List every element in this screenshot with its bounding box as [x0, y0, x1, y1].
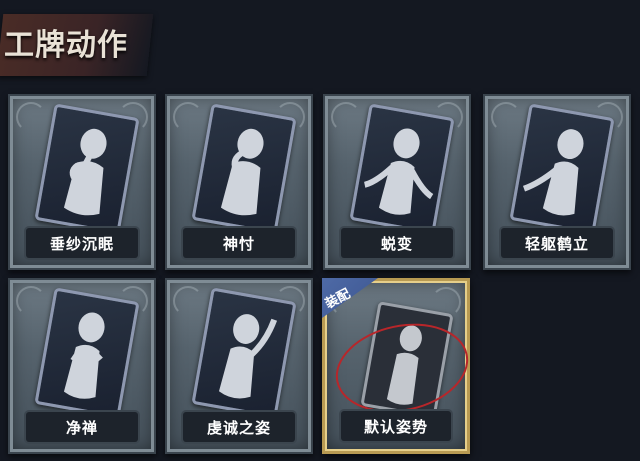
- card-art: [34, 103, 140, 235]
- card-art: [349, 103, 455, 235]
- silhouette-icon: [63, 312, 105, 399]
- card-art: [360, 301, 454, 419]
- card-label-bar: 神忖: [183, 228, 295, 258]
- card-art: [191, 103, 297, 235]
- silhouette-icon: [220, 128, 264, 216]
- pose-card[interactable]: 轻躯鹤立: [483, 94, 631, 270]
- card-label-bar: 轻躯鹤立: [501, 228, 613, 258]
- card-label: 垂纱沉眠: [49, 234, 114, 253]
- pose-card[interactable]: 净禅: [8, 278, 156, 454]
- card-label: 蜕变: [380, 234, 413, 253]
- silhouette-icon: [522, 129, 584, 216]
- silhouette-icon: [218, 314, 278, 399]
- pose-card[interactable]: 蜕变: [323, 94, 471, 270]
- card-label: 轻躯鹤立: [524, 234, 589, 253]
- pose-card[interactable]: 虔诚之姿: [165, 278, 313, 454]
- pose-card-equipped[interactable]: 装配 默认姿势: [322, 278, 477, 454]
- silhouette-icon: [63, 128, 107, 216]
- silhouette-icon: [386, 325, 422, 405]
- card-label-bar: 默认姿势: [341, 411, 451, 441]
- card-art: [509, 103, 615, 235]
- pose-card[interactable]: 垂纱沉眠: [8, 94, 156, 270]
- silhouette-icon: [363, 128, 434, 215]
- card-art: [34, 287, 140, 419]
- card-label-bar: 垂纱沉眠: [26, 228, 138, 258]
- card-label-bar: 蜕变: [341, 228, 453, 258]
- card-label-bar: 虔诚之姿: [183, 412, 295, 442]
- card-label: 默认姿势: [363, 417, 428, 436]
- card-grid: 垂纱沉眠 神忖 蜕变 轻躯鹤立 净禅 虔诚之姿 装配 默认姿势: [0, 0, 640, 461]
- card-label: 神忖: [222, 234, 255, 253]
- card-label-bar: 净禅: [26, 412, 138, 442]
- card-label: 净禅: [65, 418, 98, 437]
- card-art: [191, 287, 297, 419]
- pose-card[interactable]: 神忖: [165, 94, 313, 270]
- card-label: 虔诚之姿: [206, 418, 271, 437]
